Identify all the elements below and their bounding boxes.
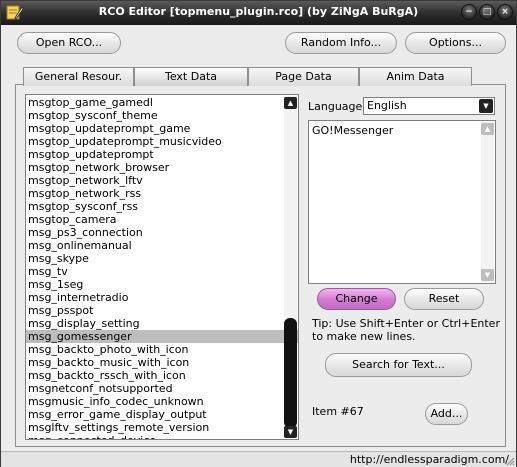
list-item[interactable]: msg_gomessenger bbox=[26, 330, 298, 343]
status-bar: http://endlessparadigm.com/ bbox=[1, 451, 516, 467]
list-item[interactable]: msgtop_updateprompt_musicvideo bbox=[26, 135, 298, 148]
list-item[interactable]: msglftv_settings_remote_version bbox=[26, 421, 298, 434]
list-item[interactable]: msg_skype bbox=[26, 252, 298, 265]
item-number-label: Item #67 bbox=[312, 405, 364, 418]
list-item[interactable]: msgtop_network_lftv bbox=[26, 174, 298, 187]
random-info-button[interactable]: Random Info... bbox=[285, 32, 397, 54]
text-editor-value: GO!Messenger bbox=[312, 124, 394, 137]
list-item[interactable]: msg_onlinemanual bbox=[26, 239, 298, 252]
list-item[interactable]: msg_tv bbox=[26, 265, 298, 278]
tab-text-data[interactable]: Text Data bbox=[134, 67, 248, 86]
minimize-button[interactable]: − bbox=[461, 4, 477, 20]
window-title: RCO Editor [topmenu_plugin.rco] (by ZiNg… bbox=[98, 5, 419, 18]
list-item[interactable]: msgtop_network_browser bbox=[26, 161, 298, 174]
scroll-down-arrow[interactable]: ▼ bbox=[284, 426, 297, 438]
editor-scroll-down-arrow[interactable]: ▼ bbox=[481, 269, 494, 281]
list-item[interactable]: msg_backto_rssch_with_icon bbox=[26, 369, 298, 382]
list-item[interactable]: msg_psspot bbox=[26, 304, 298, 317]
list-item[interactable]: msgtop_sysconf_theme bbox=[26, 109, 298, 122]
chevron-down-icon[interactable]: ▼ bbox=[479, 99, 493, 113]
search-text-button[interactable]: Search for Text... bbox=[325, 353, 472, 377]
list-scroll-thumb[interactable] bbox=[284, 318, 297, 428]
list-item[interactable]: msg_connected_device bbox=[26, 434, 298, 439]
text-editor[interactable]: GO!Messenger ▲ ▼ bbox=[308, 120, 496, 284]
reset-button[interactable]: Reset bbox=[404, 288, 484, 310]
tab-general-resources[interactable]: General Resour. bbox=[23, 67, 134, 86]
list-item[interactable]: msgmusic_info_codec_unknown bbox=[26, 395, 298, 408]
language-label: Language: bbox=[308, 100, 366, 113]
list-item[interactable]: msg_1seg bbox=[26, 278, 298, 291]
language-value: English bbox=[367, 99, 407, 112]
language-select[interactable]: English ▼ bbox=[363, 97, 495, 115]
list-item[interactable]: msg_ps3_connection bbox=[26, 226, 298, 239]
list-item[interactable]: msg_display_setting bbox=[26, 317, 298, 330]
list-item[interactable]: msgtop_updateprompt bbox=[26, 148, 298, 161]
list-item[interactable]: msgtop_game_gamedl bbox=[26, 96, 298, 109]
resize-grip-icon[interactable] bbox=[505, 456, 515, 466]
tab-page-data[interactable]: Page Data bbox=[248, 67, 359, 86]
list-item[interactable]: msg_backto_photo_with_icon bbox=[26, 343, 298, 356]
main-window: RCO Editor [topmenu_plugin.rco] (by ZiNg… bbox=[0, 0, 517, 467]
list-item[interactable]: msgnetconf_notsupported bbox=[26, 382, 298, 395]
options-button[interactable]: Options... bbox=[405, 32, 506, 54]
close-button[interactable]: × bbox=[497, 4, 513, 20]
maximize-button[interactable]: □ bbox=[479, 4, 495, 20]
open-rco-button[interactable]: Open RCO... bbox=[17, 32, 121, 54]
list-item[interactable]: msg_internetradio bbox=[26, 291, 298, 304]
title-bar[interactable]: RCO Editor [topmenu_plugin.rco] (by ZiNg… bbox=[1, 1, 516, 25]
list-item[interactable]: msgtop_sysconf_rss bbox=[26, 200, 298, 213]
editor-scroll-up-arrow[interactable]: ▲ bbox=[481, 123, 494, 135]
list-item[interactable]: msg_backto_music_with_icon bbox=[26, 356, 298, 369]
editor-scrollbar[interactable]: ▲ ▼ bbox=[481, 122, 494, 282]
tab-anim-data[interactable]: Anim Data bbox=[359, 67, 472, 86]
scroll-up-arrow[interactable]: ▲ bbox=[284, 97, 297, 109]
list-items: msgtop_game_gamedl msgtop_sysconf_theme ms… bbox=[26, 95, 298, 439]
list-item[interactable]: msgtop_network_rss bbox=[26, 187, 298, 200]
change-button[interactable]: Change bbox=[317, 288, 396, 310]
tip-text: Tip: Use Shift+Enter or Ctrl+Enter to ma… bbox=[312, 317, 500, 343]
list-item[interactable]: msgtop_camera bbox=[26, 213, 298, 226]
add-button[interactable]: Add... bbox=[425, 403, 468, 425]
status-url: http://endlessparadigm.com/ bbox=[349, 453, 509, 466]
list-item[interactable]: msgtop_updateprompt_game bbox=[26, 122, 298, 135]
list-scrollbar[interactable]: ▲ ▼ bbox=[284, 96, 297, 438]
list-item[interactable]: msg_error_game_display_output bbox=[26, 408, 298, 421]
text-entry-list[interactable]: msgtop_game_gamedl msgtop_sysconf_theme ms… bbox=[25, 94, 299, 440]
